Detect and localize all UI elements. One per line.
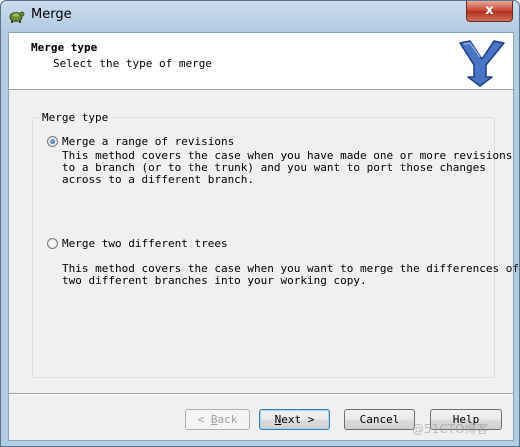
merge-arrow-icon xyxy=(459,40,505,87)
radio-merge-range-label[interactable]: Merge a range of revisions xyxy=(62,135,234,148)
merge-range-description: This method covers the case when you hav… xyxy=(62,149,513,186)
radio-merge-range[interactable]: Merge a range of revisions xyxy=(47,135,234,148)
radio-button-checked[interactable] xyxy=(47,136,58,147)
title-bar[interactable]: Merge x xyxy=(1,1,519,31)
radio-button-unchecked[interactable] xyxy=(47,238,58,249)
radio-merge-trees[interactable]: Merge two different trees xyxy=(47,237,228,250)
window-title: Merge xyxy=(31,7,72,22)
merge-trees-description: This method covers the case when you wan… xyxy=(62,262,519,287)
button-separator xyxy=(9,393,513,395)
back-button[interactable]: < Back xyxy=(185,409,250,430)
merge-dialog-window: Merge x Merge type Select the type of me… xyxy=(0,0,520,447)
cancel-button[interactable]: Cancel xyxy=(344,409,415,430)
watermark-text: @51CTO博客 xyxy=(412,422,489,436)
page-title: Merge type xyxy=(31,41,98,54)
radio-merge-trees-label[interactable]: Merge two different trees xyxy=(62,237,228,250)
page-subtitle: Select the type of merge xyxy=(53,57,212,70)
next-button[interactable]: Next > xyxy=(259,409,330,430)
wizard-header: Merge type Select the type of merge xyxy=(9,33,513,90)
dialog-client-area: Merge type Select the type of merge Merg… xyxy=(8,32,519,441)
tortoisesvn-app-icon xyxy=(9,11,25,23)
close-button[interactable]: x xyxy=(466,1,513,22)
groupbox-label: Merge type xyxy=(39,111,112,124)
